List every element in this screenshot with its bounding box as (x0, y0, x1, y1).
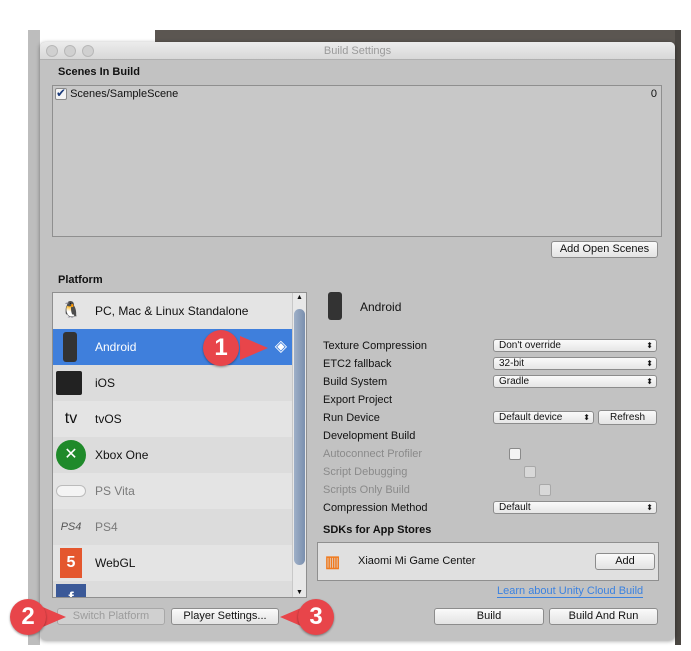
build-settings-window: Build Settings Scenes In Build Scenes/Sa… (40, 42, 675, 640)
switch-platform-button[interactable]: Switch Platform (57, 608, 165, 625)
development-build-checkbox[interactable] (509, 448, 522, 461)
export-project-label: Export Project (323, 394, 393, 406)
html5-icon: 5 (60, 548, 82, 578)
scripts-only-build-label: Scripts Only Build (323, 484, 410, 496)
platform-label: PS4 (95, 520, 118, 534)
facebook-icon: f (56, 584, 86, 597)
sdk-name: Xiaomi Mi Game Center (358, 555, 476, 567)
scenes-list[interactable]: Scenes/SampleScene 0 (52, 85, 662, 237)
ps-vita-icon (56, 485, 86, 497)
player-settings-button[interactable]: Player Settings... (171, 608, 279, 625)
compression-method-dropdown[interactable]: Default (493, 501, 657, 514)
close-window-button[interactable] (46, 45, 58, 57)
platform-list-scrollbar[interactable]: ▲ ▼ (292, 293, 306, 597)
xbox-icon: ✕ (56, 440, 86, 470)
ios-icon (56, 371, 82, 395)
scrollbar-thumb[interactable] (294, 309, 305, 565)
platform-item-ps4[interactable]: PS4 PS4 (53, 509, 293, 545)
title-bar[interactable]: Build Settings (40, 42, 675, 60)
scene-checkbox[interactable] (55, 86, 67, 101)
minimize-window-button[interactable] (64, 45, 76, 57)
platform-title: Android (360, 300, 402, 314)
tv-logo-text: tv (64, 410, 78, 427)
pc-mac-linux-icon: 🐧 (61, 302, 81, 319)
marker-1-pointer (240, 336, 268, 360)
scene-index: 0 (650, 88, 657, 100)
platform-header: Platform (58, 274, 103, 286)
sdk-row-xiaomi: ▥ Xiaomi Mi Game Center Add (317, 542, 659, 581)
platform-item-tvos[interactable]: tv tvOS (53, 401, 293, 437)
platform-label: tvOS (95, 412, 122, 426)
platform-item-webgl[interactable]: 5 WebGL (53, 545, 293, 581)
build-system-dropdown[interactable]: Gradle (493, 375, 657, 388)
ps4-logo-text: PS4 (60, 521, 82, 533)
callout-marker-2: 2 (10, 599, 46, 635)
platform-label: Android (95, 340, 137, 354)
add-open-scenes-button[interactable]: Add Open Scenes (551, 241, 658, 258)
unity-active-icon: ◈ (274, 338, 287, 355)
autoconnect-profiler-checkbox (524, 466, 537, 479)
run-device-dropdown[interactable]: Default device (493, 411, 594, 424)
platform-label: PC, Mac & Linux Standalone (95, 304, 249, 318)
platform-item-xbox[interactable]: ✕ Xbox One (53, 437, 293, 473)
platform-item-ios[interactable]: iOS (53, 365, 293, 401)
platform-list[interactable]: 🐧 PC, Mac & Linux Standalone Android ◈ iOS… (52, 292, 307, 598)
compression-method-label: Compression Method (323, 502, 428, 514)
callout-marker-3: 3 (298, 599, 334, 635)
scene-name: Scenes/SampleScene (70, 88, 179, 100)
scroll-up-icon[interactable]: ▲ (296, 294, 303, 301)
scenes-header: Scenes In Build (58, 66, 140, 78)
script-debugging-checkbox (539, 484, 552, 497)
scroll-down-icon[interactable]: ▼ (296, 589, 303, 596)
texture-compression-dropdown[interactable]: Don't override (493, 339, 657, 352)
sdks-header: SDKs for App Stores (323, 524, 432, 536)
run-device-label: Run Device (323, 412, 380, 424)
ps4-icon: PS4 (56, 512, 86, 542)
etc2-fallback-label: ETC2 fallback (323, 358, 392, 370)
add-sdk-button[interactable]: Add (595, 553, 655, 570)
callout-marker-1: 1 (203, 330, 239, 366)
etc2-fallback-dropdown[interactable]: 32-bit (493, 357, 657, 370)
platform-item-facebook[interactable]: f (53, 581, 293, 597)
refresh-button[interactable]: Refresh (598, 410, 657, 425)
window-title: Build Settings (323, 45, 392, 57)
platform-label: iOS (95, 376, 116, 390)
platform-label: PS Vita (95, 484, 135, 498)
development-build-label: Development Build (323, 430, 416, 442)
cloud-build-link[interactable]: Learn about Unity Cloud Build (497, 585, 644, 598)
autoconnect-profiler-label: Autoconnect Profiler (323, 448, 423, 460)
tvos-icon: tv (56, 404, 86, 434)
platform-label: Xbox One (95, 448, 149, 462)
build-button[interactable]: Build (434, 608, 544, 625)
android-header-icon (328, 292, 342, 320)
xiaomi-logo-icon: ▥ (325, 554, 341, 571)
texture-compression-label: Texture Compression (323, 340, 427, 352)
build-and-run-button[interactable]: Build And Run (549, 608, 658, 625)
build-system-label: Build System (323, 376, 388, 388)
script-debugging-label: Script Debugging (323, 466, 408, 478)
background-panel (28, 30, 40, 645)
scene-row[interactable]: Scenes/SampleScene (55, 86, 179, 101)
background-panel-right (675, 30, 681, 645)
zoom-window-button[interactable] (82, 45, 94, 57)
platform-item-standalone[interactable]: 🐧 PC, Mac & Linux Standalone (53, 293, 293, 329)
android-icon (63, 332, 77, 362)
platform-item-ps-vita[interactable]: PS Vita (53, 473, 293, 509)
platform-label: WebGL (95, 556, 136, 570)
